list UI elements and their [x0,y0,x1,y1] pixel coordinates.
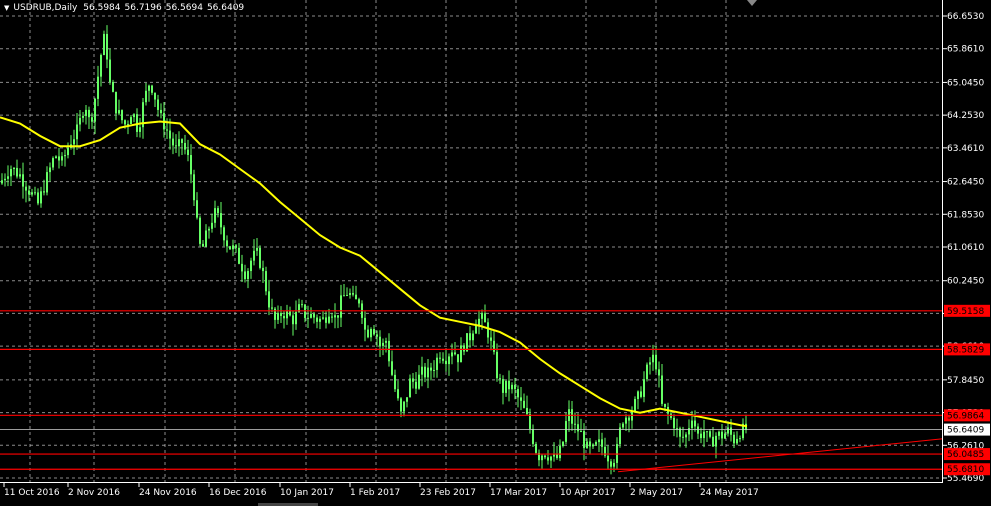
y-tick-label: 61.8530 [947,210,984,220]
x-tick-label: 17 Mar 2017 [490,488,547,498]
y-tick-label: 60.2450 [947,277,984,287]
level-tag-label: 56.9864 [947,411,984,421]
x-tick-label: 2 May 2017 [630,488,683,498]
ohlc-high: 56.7196 [124,3,162,13]
ohlc-close: 56.6409 [206,3,245,13]
x-tick-label: 11 Oct 2016 [4,488,60,498]
x-tick-label: 23 Feb 2017 [420,488,476,498]
y-tick-label: 64.2530 [947,111,984,121]
plot-border [0,0,943,483]
chart-window: 66.6530 65.8610 65.0450 64.2530 63.4610 62.64… [0,0,991,506]
chart-header: ▼ USDRUB,Daily 56.5984 56.7196 56.5694 5… [4,3,244,13]
y-tick-label: 61.0610 [947,243,984,253]
level-tag-label: 58.5829 [947,345,984,355]
y-tick-label: 63.4610 [947,144,984,154]
x-tick-label: 24 May 2017 [700,488,759,498]
y-tick-label: 65.8610 [947,45,984,55]
level-tag-label: 56.0485 [947,450,984,460]
x-tick-label: 10 Jan 2017 [280,488,334,498]
level-tag-label: 55.6810 [947,465,984,475]
x-tick-label: 10 Apr 2017 [560,488,616,498]
current-price-label: 56.6409 [947,426,984,436]
x-tick-label: 2 Nov 2016 [68,488,120,498]
x-tick-label: 24 Nov 2016 [139,488,197,498]
x-tick-label: 16 Dec 2016 [209,488,267,498]
y-tick-label: 66.6530 [947,12,984,22]
y-tick-label: 55.4690 [947,474,984,484]
y-tick-label: 62.6450 [947,178,984,188]
ohlc-low: 56.5694 [165,3,203,13]
ohlc-open: 56.5984 [83,3,121,13]
symbol-label: USDRUB,Daily [13,3,78,13]
y-tick-label: 65.0450 [947,78,984,88]
dropdown-triangle-icon[interactable]: ▼ [4,4,9,12]
y-tick-label: 57.8450 [947,376,984,386]
level-tag-label: 59.5158 [947,307,984,317]
x-axis: 11 Oct 2016 2 Nov 2016 24 Nov 2016 16 Dec 2… [3,483,759,498]
x-tick-label: 1 Feb 2017 [350,488,400,498]
